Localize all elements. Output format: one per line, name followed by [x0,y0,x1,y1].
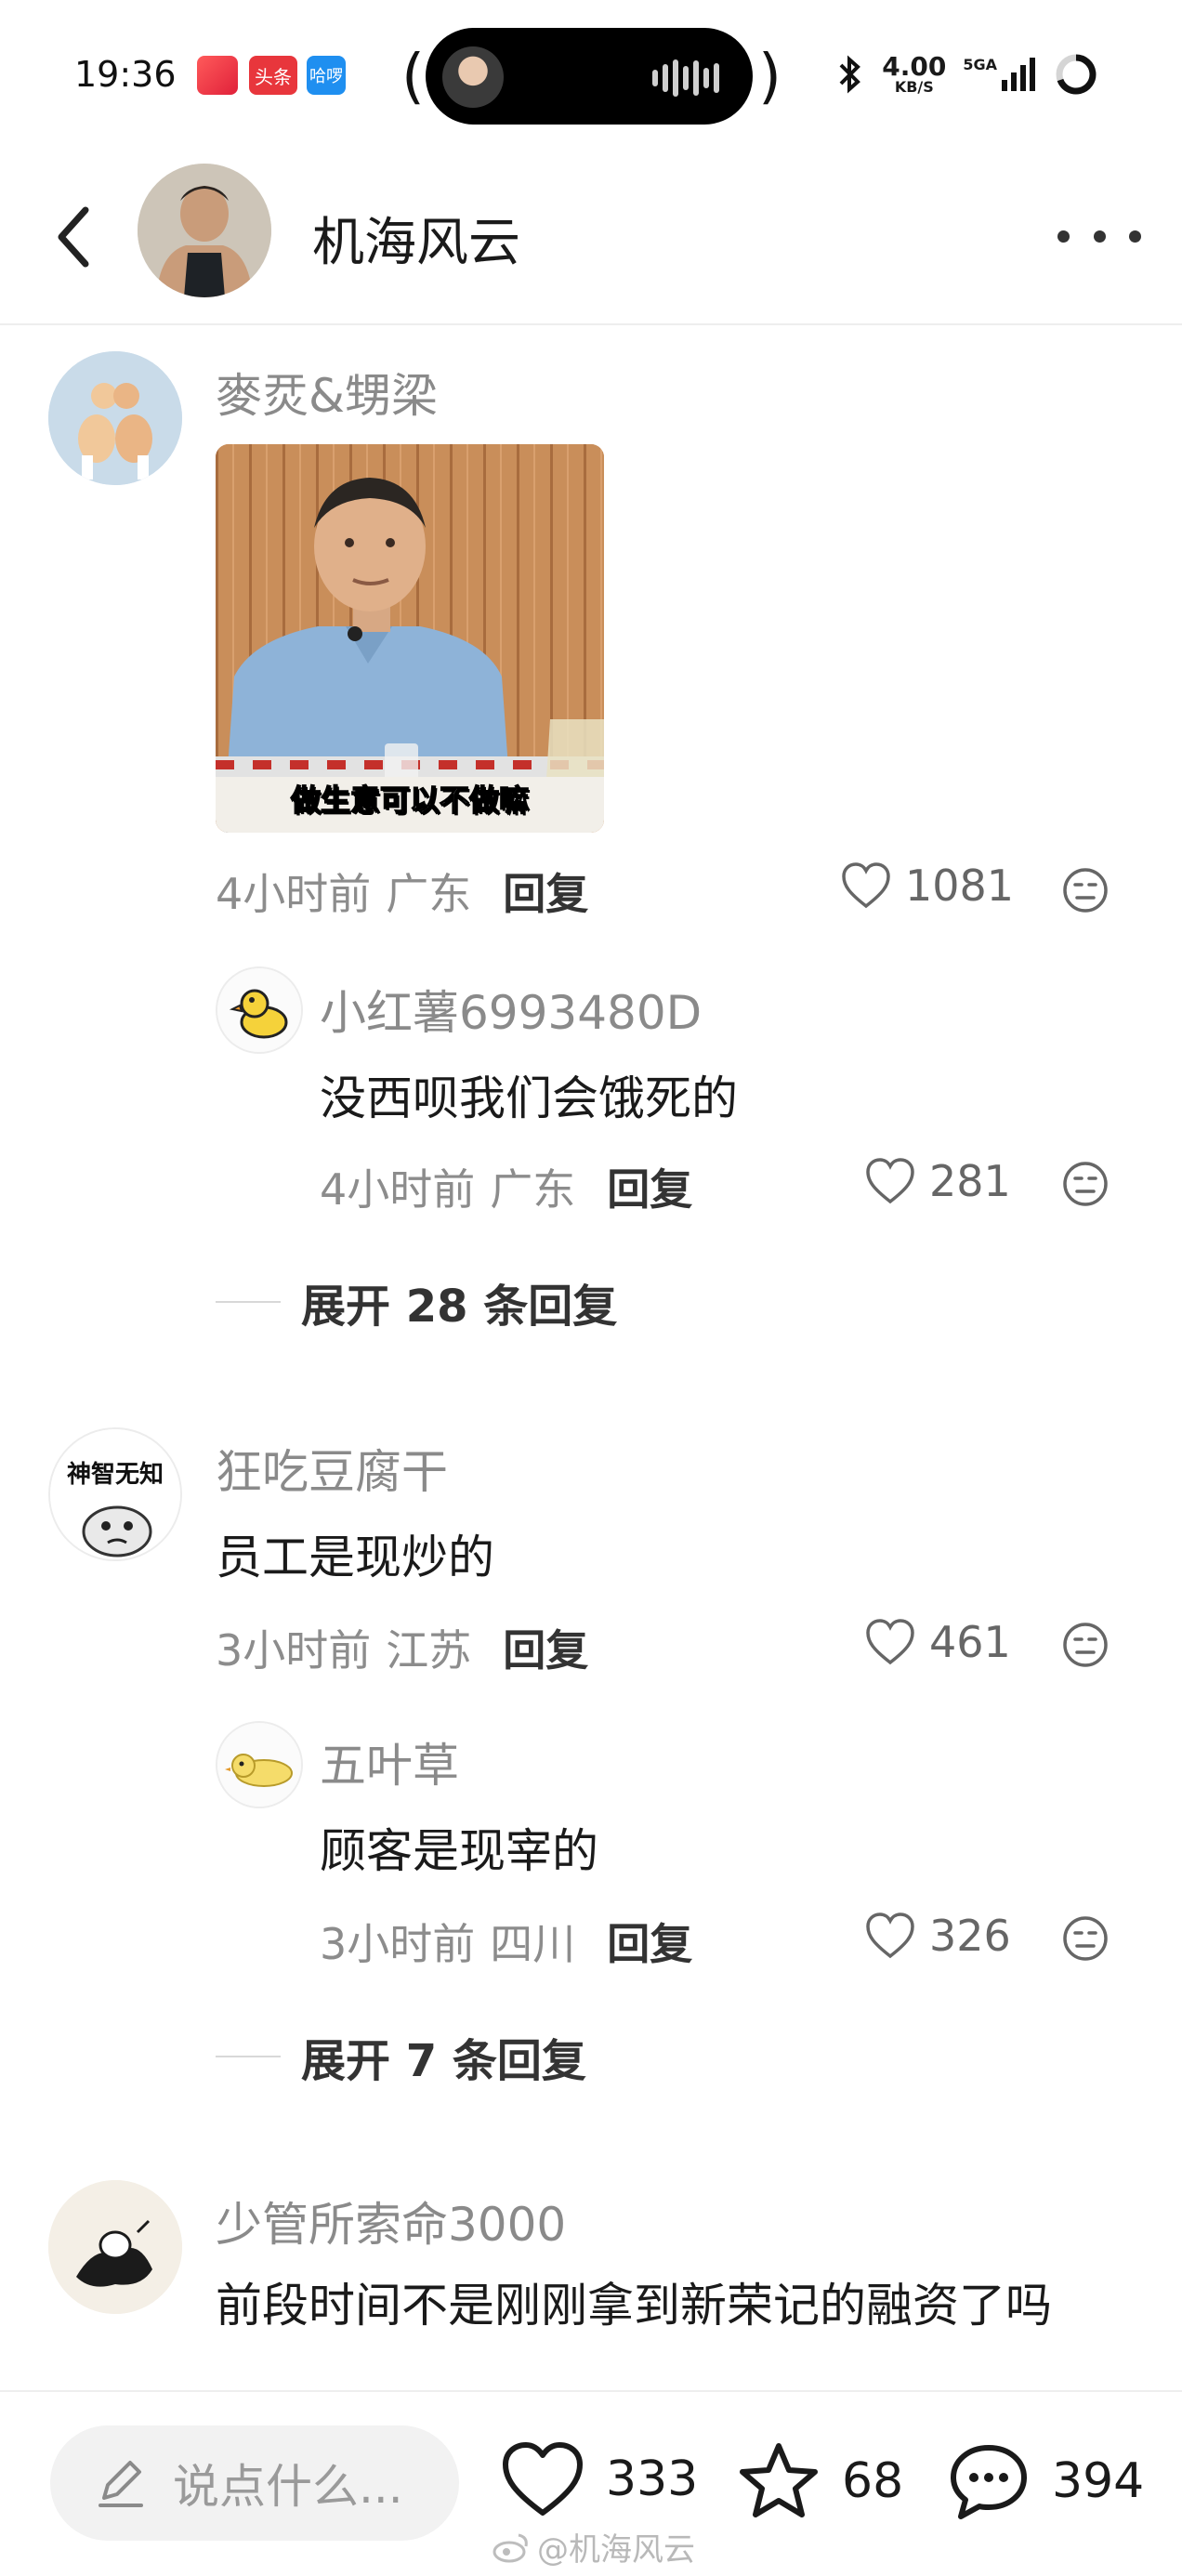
pencil-icon [98,2461,143,2507]
expand-divider [216,2056,281,2057]
network-speed-value: 4.00 [882,51,947,82]
user-avatar[interactable] [216,966,303,1054]
comment-text: 前段时间不是刚刚拿到新荣记的融资了吗 [216,2279,1052,2333]
user-avatar[interactable] [216,1721,303,1808]
comment-meta: 4小时前 广东 回复 [216,861,588,922]
reply-meta: 4小时前 广东 回复 [320,1156,692,1217]
favorite-count: 68 [842,2453,904,2509]
like-post-button[interactable]: 333 [500,2440,698,2518]
reply-time: 3小时前 [320,1919,476,1969]
comment-count: 394 [1052,2453,1145,2509]
expand-label: 展开 28 条回复 [301,1281,618,1333]
dislike-face-icon[interactable] [1061,1914,1110,1963]
header-avatar[interactable] [138,164,271,297]
like-button[interactable]: 461 [864,1617,1011,1667]
reply-username[interactable]: 小红薯6993480D [320,976,702,1043]
comment-meta: 3小时前 江苏 回复 [216,1617,588,1678]
hello-badge-label: 哈啰 [309,67,343,86]
user-avatar[interactable]: 神智无知 [48,1427,182,1561]
heart-icon [866,1619,914,1665]
toutiao-app-icon: 头条 [249,56,297,95]
like-count: 326 [929,1911,1011,1961]
reply-meta: 3小时前 四川 回复 [320,1911,692,1972]
system-indicators: 4.00 KB/S 5GA [834,52,1098,97]
reply-location: 广东 [490,1164,576,1215]
reply-button[interactable]: 回复 [503,1617,588,1678]
hello-app-icon: 哈啰 [307,56,346,95]
comment-location: 江苏 [386,1625,472,1676]
user-avatar[interactable] [48,2180,182,2314]
network-speed: 4.00 KB/S [882,54,946,95]
speech-bubble-icon [951,2445,1027,2519]
audio-wave-icon [652,59,719,97]
battery-ring-icon [1056,54,1097,95]
comment-location: 广东 [386,869,472,919]
reply-text: 没西呗我们会饿死的 [320,1071,738,1125]
user-avatar[interactable] [48,351,182,485]
more-options-icon[interactable] [1057,208,1141,264]
reply-text: 顾客是现宰的 [320,1824,598,1878]
reply-button[interactable]: 回复 [503,861,588,922]
like-button[interactable]: 326 [864,1911,1011,1961]
comment-text: 员工是现炒的 [216,1531,494,1584]
like-button[interactable]: 281 [864,1156,1011,1206]
watermark-text: @机海风云 [537,2531,695,2569]
reply-time: 4小时前 [320,1164,476,1215]
weibo-logo-icon [492,2533,528,2562]
bluetooth-icon [839,55,861,94]
signal-label: 5GA [963,56,997,73]
comment-image[interactable]: 做生意可以不做嘛 [216,444,604,833]
favorite-button[interactable]: 68 [736,2440,903,2522]
heart-icon [842,862,890,909]
reply-button[interactable]: 回复 [607,1911,692,1972]
comment-input[interactable]: 说点什么... [50,2425,459,2541]
page-header: 机海风云 [0,149,1182,325]
heart-icon [503,2442,583,2516]
reply-button[interactable]: 回复 [607,1156,692,1217]
cell-signal: 5GA [963,56,1037,93]
comment-username[interactable]: 麥烎&甥梁 [216,359,438,426]
avatar-text: 神智无知 [66,1461,164,1489]
news-app-icon [197,56,238,95]
like-count: 461 [929,1617,1011,1667]
dislike-face-icon[interactable] [1061,1621,1110,1669]
reply-location: 四川 [490,1919,576,1969]
dislike-face-icon[interactable] [1061,866,1110,914]
toutiao-badge-label: 头条 [255,65,292,88]
expand-divider [216,1301,281,1303]
comment-username[interactable]: 狂吃豆腐干 [216,1435,448,1502]
page-title: 机海风云 [312,213,520,273]
island-left-bracket: ( [401,43,425,112]
dislike-face-icon[interactable] [1061,1160,1110,1208]
island-right-bracket: ) [758,43,781,112]
like-count: 281 [929,1156,1011,1206]
expand-replies-button[interactable]: 展开 28 条回复 [216,1269,617,1334]
reply-username[interactable]: 五叶草 [320,1728,459,1795]
comment-time: 4小时前 [216,869,372,919]
watermark: @机海风云 [492,2524,695,2569]
expand-label: 展开 7 条回复 [301,2035,586,2087]
dynamic-island[interactable] [426,28,753,125]
like-button[interactable]: 1081 [840,861,1014,911]
status-time: 19:36 [74,54,177,95]
post-like-count: 333 [606,2451,699,2507]
expand-replies-button[interactable]: 展开 7 条回复 [216,2024,586,2089]
signal-bars-icon [1002,58,1035,91]
status-bar: 19:36 头条 哈啰 ( ) 4.00 KB/S 5GA [0,0,1182,149]
heart-icon [866,1158,914,1204]
comment-username[interactable]: 少管所索命3000 [216,2188,566,2254]
image-caption: 做生意可以不做嘛 [290,782,530,819]
back-arrow-icon[interactable] [45,195,104,279]
comment-time: 3小时前 [216,1625,372,1676]
heart-icon [866,1912,914,1959]
network-speed-unit: KB/S [894,78,934,96]
media-thumbnail [442,46,504,108]
like-count: 1081 [905,861,1015,911]
comment-input-placeholder: 说点什么... [173,2460,403,2514]
star-icon [740,2443,818,2517]
comments-button[interactable]: 394 [946,2440,1144,2522]
